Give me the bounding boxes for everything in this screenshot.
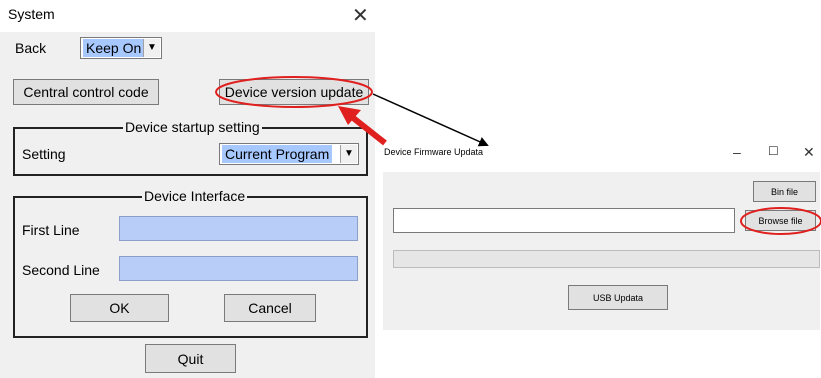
highlight-browse-file <box>740 207 821 235</box>
highlight-device-version-update <box>215 76 373 108</box>
red-pointer-arrow <box>338 106 387 146</box>
annotation-overlay <box>215 76 821 235</box>
connector-arrow <box>372 93 489 147</box>
